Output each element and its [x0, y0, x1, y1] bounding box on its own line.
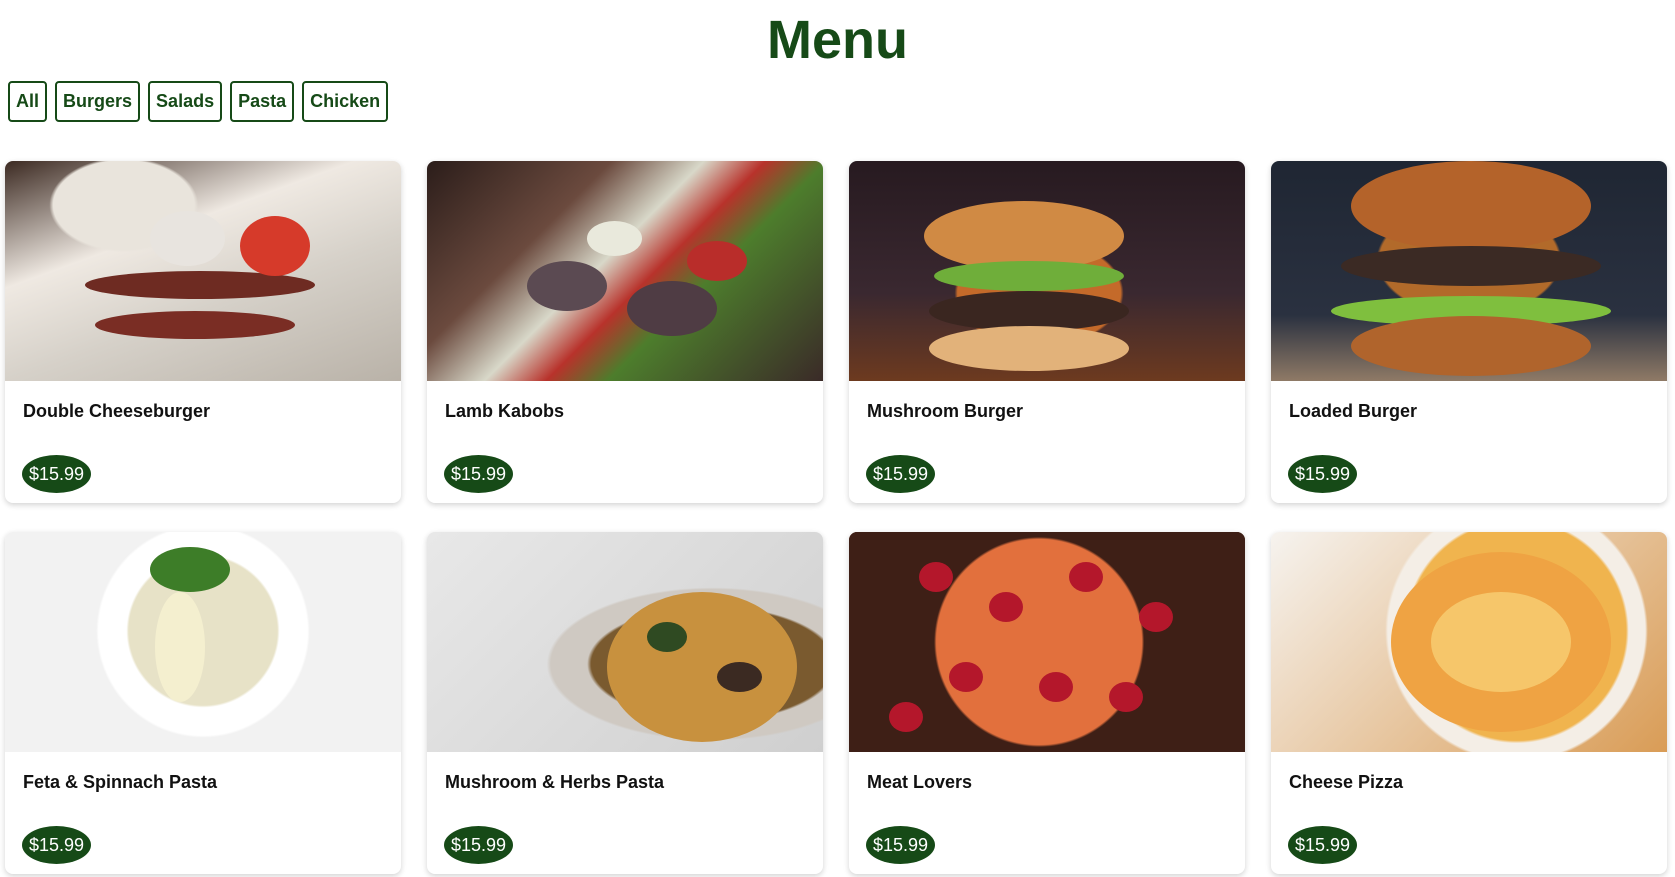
food-image — [5, 532, 401, 752]
filter-salads-button[interactable]: Salads — [148, 81, 223, 122]
menu-card[interactable]: Feta & Spinnach Pasta $15.99 — [5, 532, 401, 874]
item-name: Mushroom & Herbs Pasta — [445, 772, 665, 792]
menu-page: Menu All Burgers Salads Pasta Chicken Do… — [0, 0, 1675, 877]
price-badge: $15.99 — [22, 826, 91, 864]
food-image — [1271, 532, 1667, 752]
item-name: Cheese Pizza — [1289, 772, 1404, 792]
food-image — [427, 532, 823, 752]
item-name: Meat Lovers — [867, 772, 973, 792]
item-name: Feta & Spinnach Pasta — [23, 772, 218, 792]
food-image — [427, 161, 823, 381]
menu-card[interactable]: Lamb Kabobs $15.99 — [427, 161, 823, 503]
item-name: Lamb Kabobs — [445, 401, 565, 421]
price-badge: $15.99 — [444, 826, 513, 864]
item-name: Loaded Burger — [1289, 401, 1418, 421]
page-title: Menu — [767, 10, 908, 70]
price-badge: $15.99 — [1288, 826, 1357, 864]
menu-card[interactable]: Cheese Pizza $15.99 — [1271, 532, 1667, 874]
menu-card[interactable]: Mushroom Burger $15.99 — [849, 161, 1245, 503]
item-name: Double Cheeseburger — [23, 401, 211, 421]
category-filters: All Burgers Salads Pasta Chicken — [8, 81, 389, 122]
menu-card[interactable]: Double Cheeseburger $15.99 — [5, 161, 401, 503]
item-name: Mushroom Burger — [867, 401, 1024, 421]
filter-burgers-button[interactable]: Burgers — [55, 81, 141, 122]
price-badge: $15.99 — [866, 455, 935, 493]
filter-pasta-button[interactable]: Pasta — [230, 81, 295, 122]
menu-card[interactable]: Meat Lovers $15.99 — [849, 532, 1245, 874]
menu-card[interactable]: Loaded Burger $15.99 — [1271, 161, 1667, 503]
price-badge: $15.99 — [22, 455, 91, 493]
price-badge: $15.99 — [1288, 455, 1357, 493]
filter-all-button[interactable]: All — [8, 81, 48, 122]
food-image — [849, 161, 1245, 381]
food-image — [849, 532, 1245, 752]
price-badge: $15.99 — [866, 826, 935, 864]
filter-chicken-button[interactable]: Chicken — [302, 81, 389, 122]
food-image — [1271, 161, 1667, 381]
menu-grid: Double Cheeseburger $15.99 Lamb Kabobs $… — [5, 161, 1667, 874]
price-badge: $15.99 — [444, 455, 513, 493]
food-image — [5, 161, 401, 381]
menu-card[interactable]: Mushroom & Herbs Pasta $15.99 — [427, 532, 823, 874]
